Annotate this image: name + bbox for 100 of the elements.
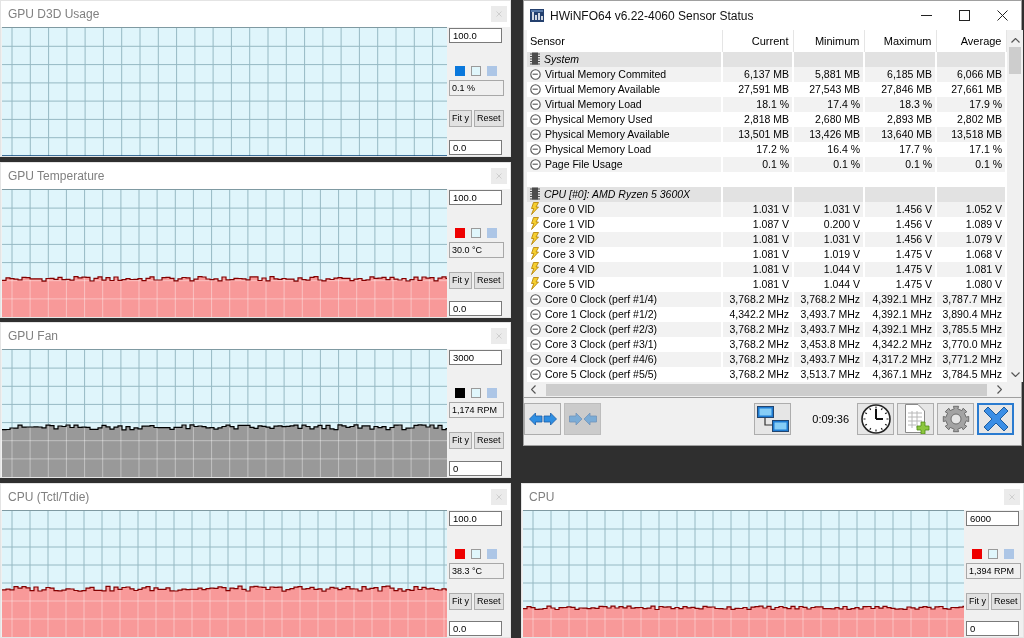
- close-icon: [496, 333, 502, 339]
- max-value-field[interactable]: 100.0: [449, 190, 502, 205]
- reading-field[interactable]: 0.1 %: [449, 80, 504, 96]
- swatch-icon[interactable]: [455, 66, 465, 76]
- table-cell: 1.456 V: [864, 202, 936, 217]
- scroll-up-icon[interactable]: [1010, 38, 1020, 43]
- table-cell: 3,785.5 MHz: [936, 322, 1006, 337]
- sensor-name[interactable]: Physical Memory Used: [545, 113, 653, 125]
- chip-icon: [530, 187, 540, 200]
- sensor-name[interactable]: Core 3 VID: [543, 248, 595, 260]
- swatch-icon[interactable]: [487, 66, 497, 76]
- table-cell: 0.1 %: [864, 157, 936, 172]
- table-cell: 4,392.1 MHz: [864, 322, 936, 337]
- swatch-icon[interactable]: [988, 549, 998, 559]
- swatch-icon[interactable]: [471, 66, 481, 76]
- table-cell: 1.475 V: [864, 262, 936, 277]
- reading-field[interactable]: 1,394 RPM: [966, 563, 1021, 579]
- min-value-field[interactable]: 0: [449, 461, 502, 476]
- reset-button[interactable]: Reset: [474, 593, 504, 610]
- swatch-icon[interactable]: [1004, 549, 1014, 559]
- swatch-icon[interactable]: [455, 228, 465, 238]
- scroll-right-icon[interactable]: [997, 385, 1002, 394]
- sensor-name[interactable]: Virtual Memory Available: [545, 83, 661, 95]
- fit-button[interactable]: Fit y: [449, 593, 472, 610]
- close-button[interactable]: [977, 403, 1014, 435]
- table-cell: 6,185 MB: [864, 67, 936, 82]
- close-icon: [496, 173, 502, 179]
- sensor-name[interactable]: Core 5 Clock (perf #5/5): [545, 368, 658, 380]
- reading-field[interactable]: 30.0 °C: [449, 242, 504, 258]
- reset-button[interactable]: Reset: [991, 593, 1021, 610]
- min-value-field[interactable]: 0.0: [449, 301, 502, 316]
- sensor-name[interactable]: Physical Memory Load: [545, 143, 652, 155]
- swatch-icon[interactable]: [471, 228, 481, 238]
- reading-field[interactable]: 1,174 RPM: [449, 402, 504, 418]
- lightning-icon: [530, 217, 539, 230]
- fit-button[interactable]: Fit y: [966, 593, 989, 610]
- bars-icon: [530, 9, 544, 22]
- table-cell: 1.079 V: [936, 232, 1006, 247]
- reading-field[interactable]: 38.3 °C: [449, 563, 504, 579]
- scrollbar-thumb[interactable]: [546, 383, 987, 396]
- min-value-field[interactable]: 0.0: [449, 140, 502, 155]
- window-title: GPU Fan: [8, 328, 58, 345]
- table-cell: 13,426 MB: [793, 127, 864, 142]
- clock-button[interactable]: [857, 403, 894, 435]
- dial-icon: [530, 144, 541, 155]
- min-value-field[interactable]: 0: [966, 621, 1019, 636]
- fit-button[interactable]: Fit y: [449, 110, 472, 127]
- swatch-icon[interactable]: [487, 228, 497, 238]
- swatch-icon[interactable]: [455, 388, 465, 398]
- vertical-scrollbar[interactable]: [1007, 30, 1023, 382]
- settings-icon: [940, 404, 971, 434]
- table-cell: 1.456 V: [864, 232, 936, 247]
- sensor-name[interactable]: Core 1 Clock (perf #1/2): [545, 308, 658, 320]
- scroll-down-icon[interactable]: [1010, 372, 1020, 377]
- swatch-icon[interactable]: [471, 388, 481, 398]
- max-value-field[interactable]: 100.0: [449, 511, 502, 526]
- swatch-icon[interactable]: [487, 549, 497, 559]
- clock-icon: [860, 404, 891, 434]
- swatch-icon[interactable]: [471, 549, 481, 559]
- sensor-name[interactable]: Core 3 Clock (perf #3/1): [545, 338, 658, 350]
- swatch-icon[interactable]: [455, 549, 465, 559]
- fit-button[interactable]: Fit y: [449, 272, 472, 289]
- dial-icon: [530, 309, 541, 320]
- max-value-field[interactable]: 100.0: [449, 28, 502, 43]
- table-cell: 1.052 V: [936, 202, 1006, 217]
- max-value-field[interactable]: 6000: [966, 511, 1019, 526]
- expand-button[interactable]: [524, 403, 561, 435]
- group-name[interactable]: System: [544, 53, 579, 65]
- close-icon: [1009, 494, 1015, 500]
- network-button[interactable]: [754, 403, 792, 435]
- lightning-icon: [530, 232, 539, 245]
- scrollbar-thumb[interactable]: [1009, 47, 1021, 74]
- reset-button[interactable]: Reset: [474, 272, 504, 289]
- close-icon: [982, 406, 1009, 432]
- table-cell: 17.9 %: [936, 97, 1006, 112]
- swatch-icon[interactable]: [972, 549, 982, 559]
- reset-button[interactable]: Reset: [474, 432, 504, 449]
- inward-arrows-icon: [568, 412, 597, 426]
- scroll-left-icon[interactable]: [531, 385, 536, 394]
- fit-button[interactable]: Fit y: [449, 432, 472, 449]
- min-value-field[interactable]: 0.0: [449, 621, 502, 636]
- minimize-icon: [920, 15, 932, 16]
- max-value-field[interactable]: 3000: [449, 350, 502, 365]
- table-cell: 17.4 %: [793, 97, 864, 112]
- sensor-name[interactable]: Core 5 VID: [543, 278, 595, 290]
- lightning-icon: [530, 277, 539, 290]
- table-cell: 3,768.2 MHz: [793, 292, 864, 307]
- computers-icon: [756, 405, 789, 433]
- window-title: GPU Temperature: [8, 168, 105, 185]
- sensor-name[interactable]: Core 1 VID: [543, 218, 595, 230]
- lightning-icon: [530, 202, 539, 215]
- table-cell: 13,501 MB: [722, 127, 793, 142]
- table-cell: 3,771.2 MHz: [936, 352, 1006, 367]
- table-cell: 1.031 V: [722, 202, 793, 217]
- maximize-icon: [958, 10, 970, 21]
- table-cell: 0.1 %: [793, 157, 864, 172]
- settings-button[interactable]: [937, 403, 974, 435]
- table-cell: 6,137 MB: [722, 67, 793, 82]
- swatch-icon[interactable]: [487, 388, 497, 398]
- reset-button[interactable]: Reset: [474, 110, 504, 127]
